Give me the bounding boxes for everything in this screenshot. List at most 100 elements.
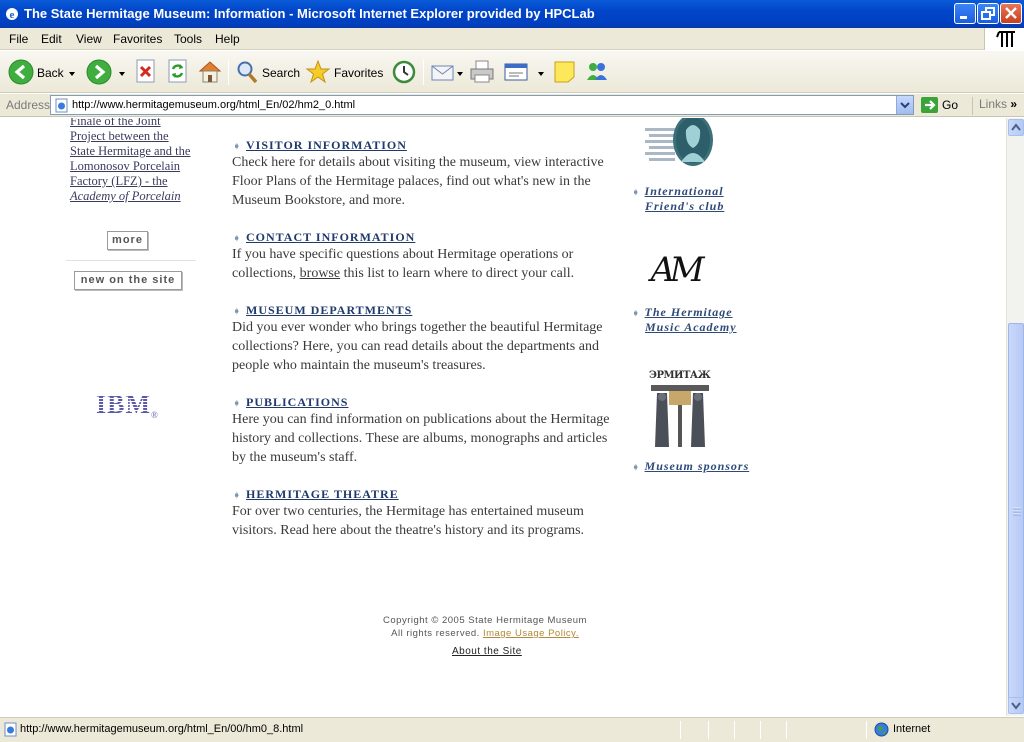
status-divider — [680, 721, 681, 739]
minimize-icon — [960, 16, 967, 19]
print-button[interactable] — [469, 56, 495, 88]
section-heading-hermitage-theatre[interactable]: ➧ HERMITAGE THEATRE — [233, 487, 399, 502]
arrow-bullet-icon: ➧ — [233, 490, 242, 500]
arrow-bullet-icon: ➧ — [632, 187, 641, 197]
mail-button[interactable] — [430, 56, 464, 88]
messenger-button[interactable] — [584, 56, 610, 88]
page-content: Finale of the Joint Project between the … — [0, 118, 1006, 716]
back-dropdown-icon[interactable] — [69, 72, 75, 76]
museum-sponsors-link[interactable]: ➧ Museum sponsors — [632, 459, 749, 474]
star-icon — [305, 59, 331, 84]
mail-icon — [431, 65, 454, 81]
music-academy-logo[interactable]: АМ — [650, 250, 710, 296]
back-button[interactable]: Back — [8, 56, 78, 88]
about-the-site-link[interactable]: About the Site — [452, 646, 522, 657]
mail-dropdown-icon[interactable] — [457, 72, 463, 76]
hermitage-logo-icon — [996, 31, 1015, 47]
address-input[interactable]: http://www.hermitagemuseum.org/html_En/0… — [50, 95, 914, 115]
image-usage-policy-link[interactable]: Image Usage Policy. — [483, 628, 579, 639]
menu-edit[interactable]: Edit — [41, 32, 62, 46]
vertical-scrollbar[interactable] — [1006, 118, 1024, 716]
printer-icon — [470, 60, 494, 83]
chevron-down-icon — [900, 102, 910, 109]
window-title: The State Hermitage Museum: Information … — [24, 6, 595, 21]
forward-button[interactable] — [86, 56, 126, 88]
new-on-site-button[interactable]: new on the site — [74, 271, 182, 290]
section-heading-museum-departments[interactable]: ➧ MUSEUM DEPARTMENTS — [233, 303, 412, 318]
chevron-up-icon — [1011, 123, 1021, 131]
stop-icon — [136, 59, 155, 83]
refresh-button[interactable] — [166, 56, 192, 88]
status-divider — [760, 721, 761, 739]
home-icon — [198, 61, 222, 83]
edit-button[interactable] — [503, 56, 547, 88]
scroll-up-button[interactable] — [1008, 119, 1024, 136]
links-toolbar[interactable]: Links » — [972, 97, 1017, 115]
ibm-logo[interactable]: IBM® — [96, 390, 159, 420]
browse-link[interactable]: browse — [300, 266, 340, 281]
arrow-bullet-icon: ➧ — [233, 398, 242, 408]
news-link-line[interactable]: Project between the — [70, 129, 169, 144]
news-link-line[interactable]: Factory (LFZ) - the — [70, 174, 168, 189]
menu-tools[interactable]: Tools — [174, 32, 202, 46]
back-arrow-icon — [8, 59, 34, 85]
page-icon — [4, 722, 17, 737]
restore-button[interactable] — [977, 3, 999, 24]
history-icon — [392, 60, 416, 84]
address-dropdown-button[interactable] — [896, 96, 913, 114]
status-text: http://www.hermitagemuseum.org/html_En/0… — [20, 723, 304, 735]
section-text-publications: Here you can find information on publica… — [232, 412, 610, 465]
messenger-icon — [587, 63, 607, 80]
home-button[interactable] — [197, 56, 223, 88]
friends-club-logo[interactable] — [645, 118, 720, 174]
news-link-line[interactable]: State Hermitage and the — [70, 144, 190, 159]
status-divider — [734, 721, 735, 739]
arrow-bullet-icon: ➧ — [632, 462, 641, 472]
section-heading-contact-information[interactable]: ➧ CONTACT INFORMATION — [233, 230, 415, 245]
chevron-down-icon — [1011, 702, 1021, 710]
address-bar: Address http://www.hermitagemuseum.org/h… — [0, 94, 1024, 117]
menu-help[interactable]: Help — [215, 32, 240, 46]
music-academy-link[interactable]: ➧ The Hermitage Music Academy — [632, 305, 737, 334]
minimize-button[interactable] — [954, 3, 976, 24]
chevron-right-icon: » — [1010, 97, 1018, 111]
arrow-bullet-icon: ➧ — [233, 141, 242, 151]
grip-icon — [1013, 507, 1021, 516]
more-button[interactable]: more — [107, 231, 148, 250]
go-arrow-icon — [921, 97, 938, 113]
close-icon — [1005, 7, 1017, 19]
discuss-button[interactable] — [552, 56, 578, 88]
status-bar: http://www.hermitagemuseum.org/html_En/0… — [0, 717, 1024, 742]
scroll-down-button[interactable] — [1008, 697, 1024, 714]
arrow-bullet-icon: ➧ — [233, 233, 242, 243]
restore-icon — [981, 7, 995, 20]
news-link-line[interactable]: Lomonosov Porcelain — [70, 159, 180, 174]
status-divider — [708, 721, 709, 739]
edit-dropdown-icon[interactable] — [538, 72, 544, 76]
close-button[interactable] — [1000, 3, 1022, 24]
stop-button[interactable] — [134, 56, 160, 88]
museum-sponsors-logo[interactable]: ЭРМИТАЖ — [649, 370, 711, 452]
news-link-line[interactable]: Finale of the Joint — [70, 118, 161, 129]
menu-view[interactable]: View — [76, 32, 102, 46]
section-text-visitor-information: Check here for details about visiting th… — [232, 155, 604, 208]
section-heading-publications[interactable]: ➧ PUBLICATIONS — [233, 395, 348, 410]
menu-file[interactable]: File — [9, 32, 28, 46]
search-button[interactable]: Search — [234, 56, 300, 88]
menu-favorites[interactable]: Favorites — [113, 32, 162, 46]
forward-dropdown-icon[interactable] — [119, 72, 125, 76]
divider — [66, 260, 196, 261]
menu-bar: File Edit View Favorites Tools Help — [0, 28, 1024, 50]
toolbar-separator — [423, 59, 424, 85]
international-friends-club-link[interactable]: ➧ International Friend's club — [632, 184, 724, 213]
news-link-line[interactable]: Academy of Porcelain — [70, 189, 181, 204]
arrow-bullet-icon: ➧ — [233, 306, 242, 316]
registered-mark: ® — [151, 410, 159, 420]
toolbar-separator — [228, 59, 229, 85]
forward-arrow-icon — [86, 59, 112, 85]
status-divider — [866, 721, 867, 739]
section-heading-visitor-information[interactable]: ➧ VISITOR INFORMATION — [233, 138, 407, 153]
scroll-thumb[interactable] — [1008, 323, 1024, 700]
favorites-button[interactable]: Favorites — [305, 56, 383, 88]
history-button[interactable] — [391, 56, 417, 88]
